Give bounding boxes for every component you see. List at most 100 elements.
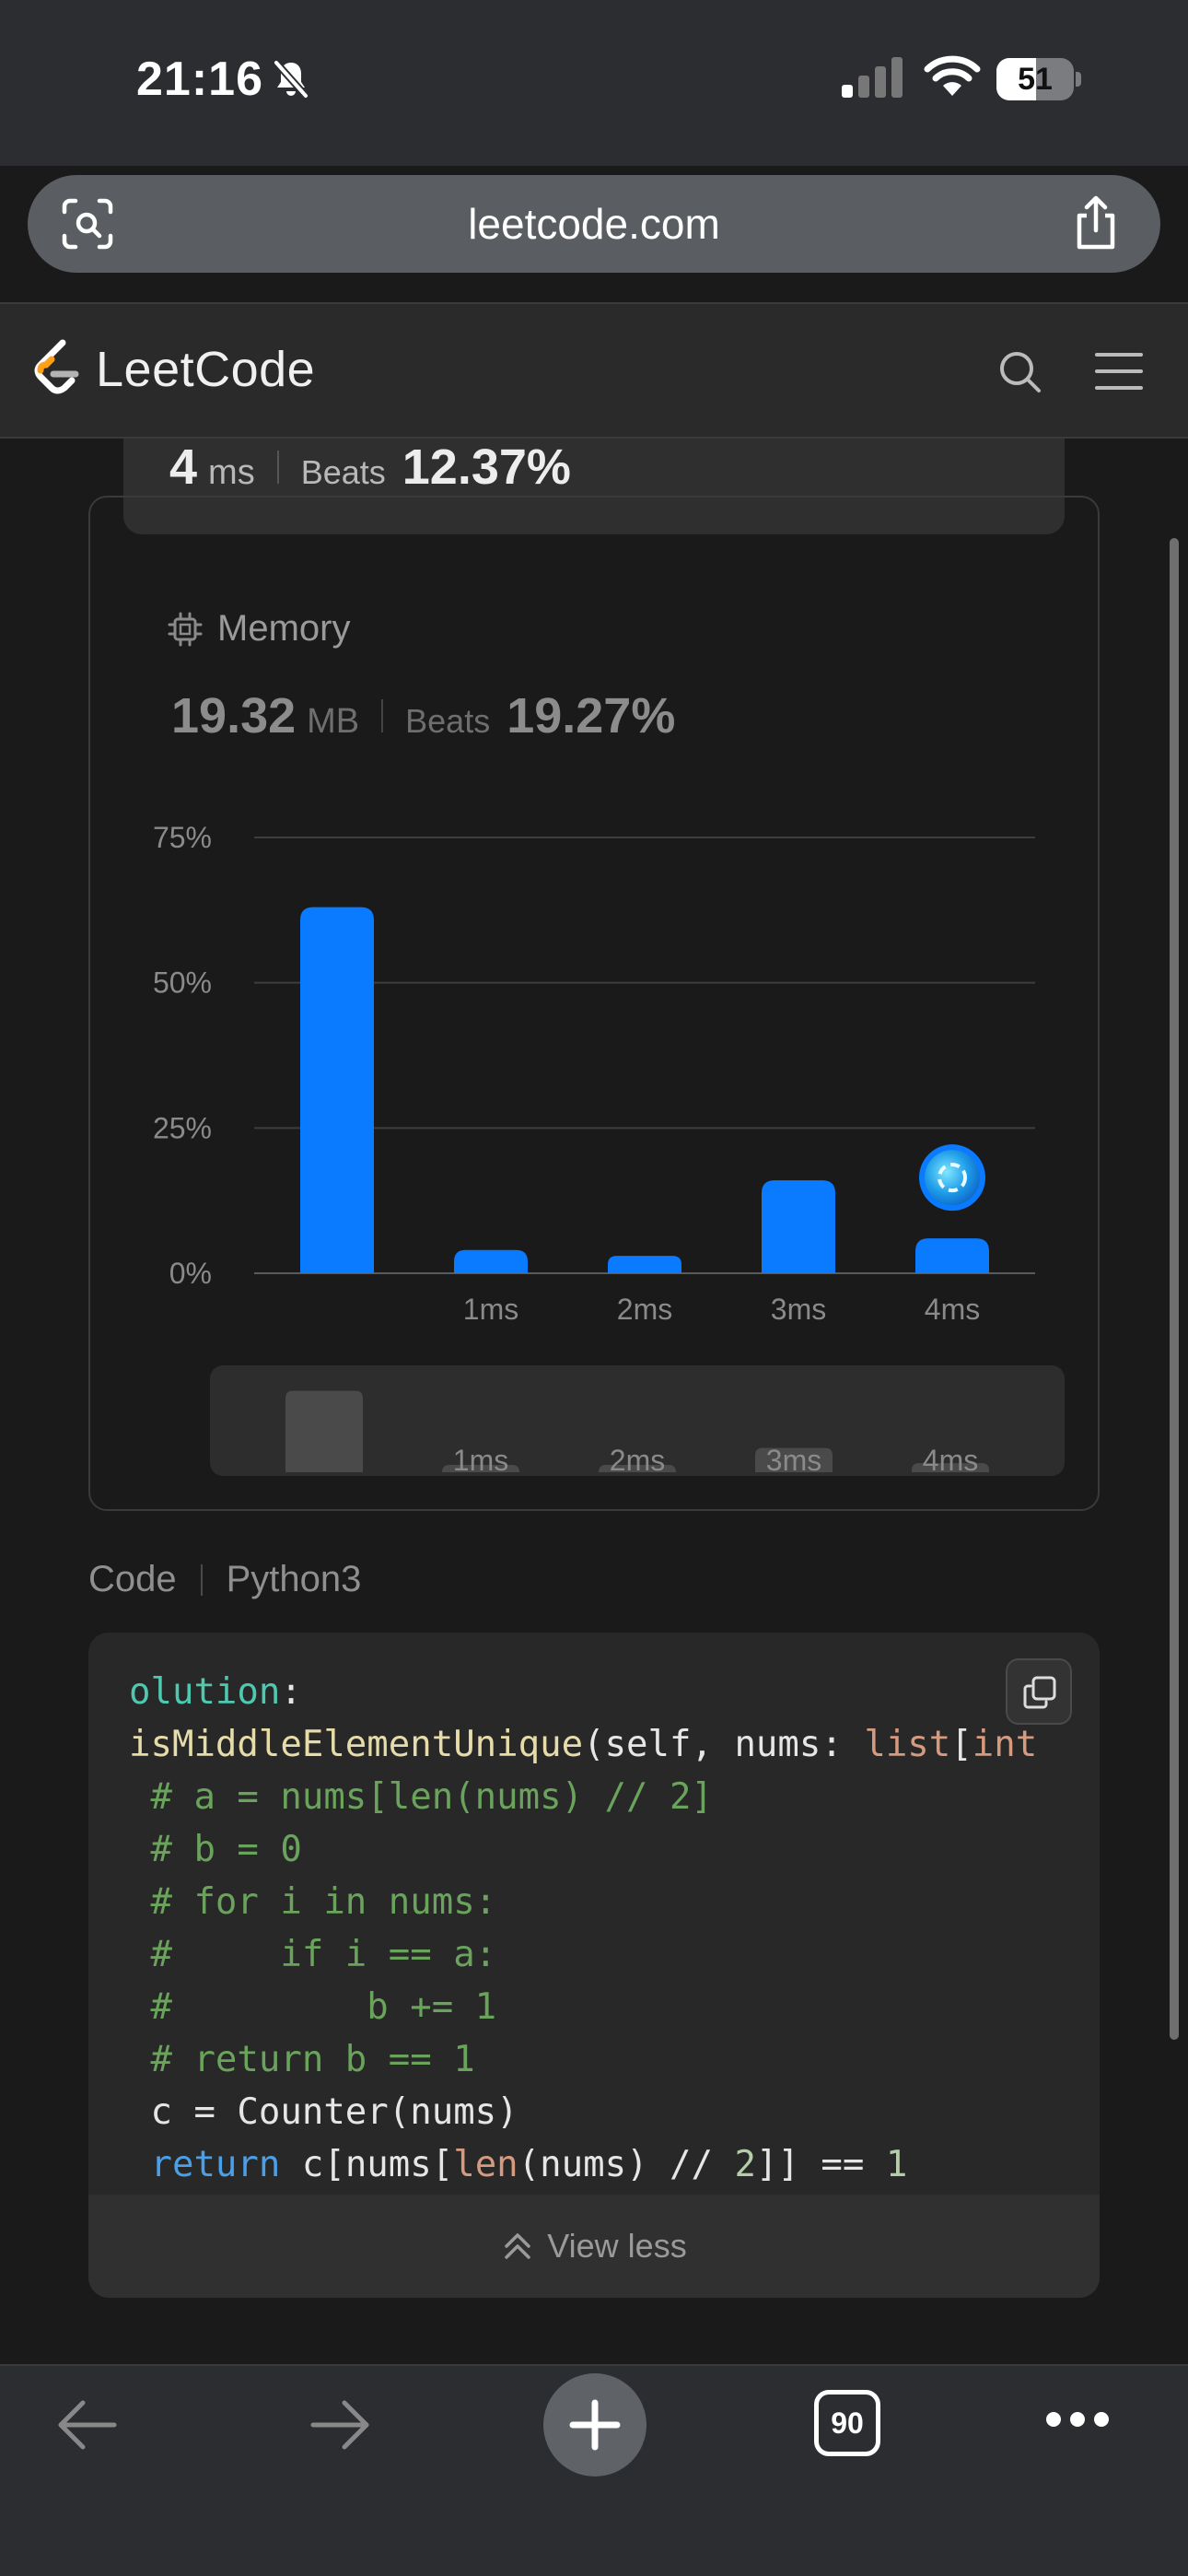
double-chevron-up-icon: [505, 2233, 531, 2259]
chart-bar: [915, 1238, 989, 1273]
code-token: # if i == a:: [129, 1934, 497, 1975]
submission-avatar-icon: [925, 1150, 980, 1206]
battery-indicator: 51: [996, 58, 1081, 100]
runtime-stat: 4 ms Beats 12.37%: [169, 439, 571, 496]
chart-bar: [454, 1249, 528, 1273]
y-tick-label: 25%: [153, 1111, 212, 1144]
bell-slash-icon: [274, 60, 309, 99]
battery-percent: 51: [1018, 62, 1053, 97]
x-tick-label: 3ms: [771, 1293, 826, 1326]
view-less-button[interactable]: View less: [88, 2195, 1100, 2298]
new-tab-button[interactable]: [543, 2373, 646, 2476]
divider: [200, 1563, 203, 1596]
memory-header: Memory: [168, 608, 350, 650]
overview-bar: [285, 1390, 363, 1472]
status-bar: 21:16 51: [0, 0, 1188, 166]
share-icon[interactable]: [1072, 195, 1120, 251]
tabs-button[interactable]: 90: [814, 2390, 880, 2456]
wifi-icon: [924, 55, 981, 96]
divider: [381, 699, 384, 732]
overview-tick-label: 1ms: [453, 1444, 508, 1477]
chart-bar: [762, 1180, 835, 1273]
code-token: # b += 1: [129, 1986, 497, 2028]
cellular-signal-icon: [842, 57, 903, 98]
code-token: c = Counter(nums): [129, 2091, 518, 2133]
y-tick-label: 0%: [169, 1257, 212, 1290]
chart-bar: [300, 907, 374, 1273]
status-time: 21:16: [136, 53, 263, 106]
copy-icon: [1023, 1676, 1056, 1709]
submission-detail: 4 ms Beats 12.37% Memory 19.32 MB Beats …: [0, 439, 1188, 2364]
code-line: # return b == 1: [129, 2033, 475, 2086]
code-token: 2: [734, 2144, 756, 2185]
code-token: [: [950, 1724, 973, 1765]
code-block[interactable]: olution: isMiddleElementUnique(self, nums…: [88, 1633, 1100, 2298]
memory-label: Memory: [217, 608, 351, 649]
code-language: Python3: [226, 1559, 362, 1599]
tab-count: 90: [831, 2406, 864, 2440]
chip-icon: [168, 612, 203, 646]
code-token: len: [453, 2144, 518, 2185]
plus-icon: [569, 2399, 621, 2451]
forward-arrow-icon[interactable]: [308, 2397, 374, 2453]
more-options-icon[interactable]: [1044, 2408, 1111, 2430]
code-token: (self, nums:: [583, 1724, 865, 1765]
browser-toolbar: 90: [0, 2364, 1188, 2576]
runtime-unit: ms: [208, 453, 255, 492]
code-token: list: [864, 1724, 951, 1765]
hamburger-menu-icon[interactable]: [1094, 350, 1144, 392]
code-token: # for i in nums:: [129, 1881, 497, 1923]
site-header: LeetCode: [0, 302, 1188, 439]
memory-value: 19.32: [171, 688, 297, 744]
code-token: # return b == 1: [129, 2039, 475, 2080]
runtime-value: 4: [169, 439, 198, 495]
code-line: return c[nums[len(nums) // 2]] == 1: [129, 2138, 907, 2191]
y-tick-label: 50%: [153, 966, 212, 1000]
leetcode-logo-icon[interactable]: [31, 337, 83, 400]
x-tick-label: 4ms: [925, 1293, 980, 1326]
page-scrollbar[interactable]: [1170, 538, 1179, 2040]
code-token: int: [972, 1724, 1038, 1765]
url-text[interactable]: leetcode.com: [28, 175, 1160, 273]
memory-stat: 19.32 MB Beats 19.27%: [171, 687, 675, 744]
runtime-beats-percent: 12.37%: [402, 439, 571, 495]
code-token: isMiddleElementUnique: [129, 1724, 584, 1765]
site-name[interactable]: LeetCode: [96, 341, 315, 398]
code-token: olution: [129, 1671, 281, 1713]
code-token: (nums) //: [518, 2144, 735, 2185]
view-less-label: View less: [547, 2227, 687, 2265]
code-label: Code: [88, 1559, 177, 1599]
code-line: isMiddleElementUnique(self, nums: list[i…: [129, 1718, 1037, 1771]
memory-beats-percent: 19.27%: [507, 688, 676, 744]
code-token: # a = nums[len(nums) // 2]: [129, 1776, 713, 1818]
code-line: # if i == a:: [129, 1928, 496, 1981]
chart-bar: [608, 1256, 681, 1273]
code-line: # b += 1: [129, 1981, 496, 2033]
overview-tick-label: 2ms: [610, 1444, 665, 1477]
back-arrow-icon[interactable]: [53, 2397, 120, 2453]
code-lines[interactable]: olution: isMiddleElementUnique(self, nums…: [88, 1666, 1100, 2200]
code-line: # b = 0: [129, 1823, 302, 1876]
search-icon[interactable]: [996, 348, 1042, 394]
overview-tick-label: 4ms: [923, 1444, 978, 1477]
code-token: :: [280, 1671, 302, 1713]
memory-unit: MB: [307, 702, 360, 741]
overview-tick-label: 3ms: [766, 1444, 821, 1477]
code-section-title: Code Python3: [88, 1559, 361, 1600]
code-token: # b = 0: [129, 1829, 302, 1870]
copy-code-button[interactable]: [1006, 1658, 1072, 1725]
code-token: 1: [885, 2144, 908, 2185]
code-token: return: [150, 2144, 281, 2185]
code-line: # a = nums[len(nums) // 2]: [129, 1771, 713, 1823]
code-line: olution:: [129, 1666, 302, 1718]
code-token: ]] ==: [755, 2144, 886, 2185]
address-bar[interactable]: leetcode.com: [28, 175, 1160, 273]
runtime-beats-label: Beats: [300, 453, 386, 491]
divider: [276, 451, 279, 484]
code-token: c[nums[: [280, 2144, 454, 2185]
memory-beats-label: Beats: [405, 702, 491, 740]
code-line: c = Counter(nums): [129, 2086, 518, 2138]
code-line: # for i in nums:: [129, 1876, 496, 1928]
y-tick-label: 75%: [153, 821, 212, 854]
